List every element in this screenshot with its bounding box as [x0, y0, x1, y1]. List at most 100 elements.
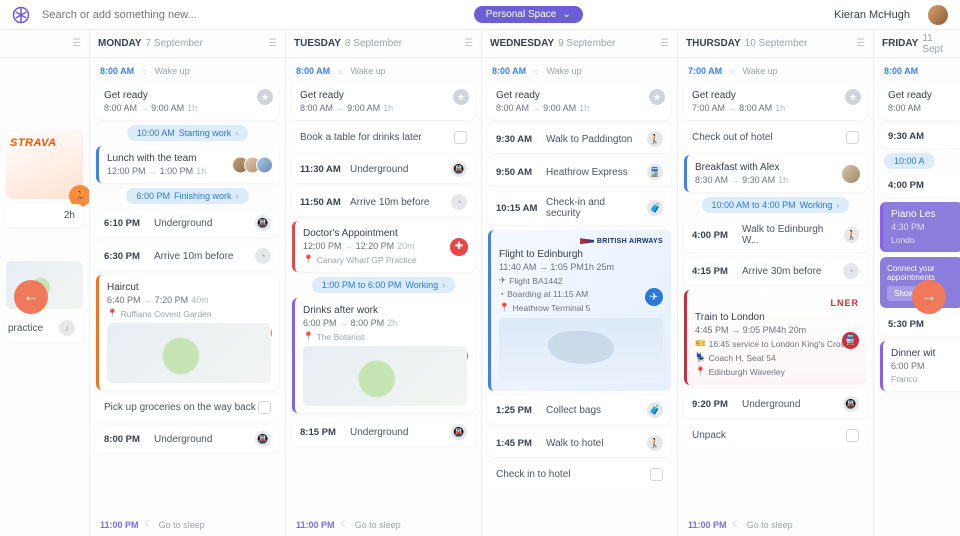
- sleep-row: 11:00 PM☾Go to sleep: [96, 517, 279, 532]
- clock-icon: ◔: [255, 248, 271, 264]
- slot-arrive[interactable]: 11:50 AMArrive 10m before◔: [292, 188, 475, 216]
- train-icon: 🚇: [255, 215, 271, 231]
- column-header[interactable]: MONDAY 7 September ☰: [90, 30, 285, 58]
- slot-underground[interactable]: 8:00 PMUnderground🚇: [96, 425, 279, 453]
- category-icon: ♪: [59, 320, 75, 336]
- slot-row[interactable]: 5:30 PM: [880, 313, 960, 336]
- sunrise-icon: ☼: [532, 66, 540, 76]
- event-card-piano[interactable]: Piano Les 4:30 PM Londo: [880, 202, 960, 252]
- event-card-get-ready[interactable]: Get ready 8:00 AM: [880, 83, 960, 120]
- list-icon[interactable]: ☰: [268, 38, 277, 49]
- work-pill[interactable]: 10:00 A: [884, 153, 935, 169]
- slot-walk[interactable]: 9:30 AMWalk to Paddington🚶: [488, 125, 671, 153]
- seat-icon: 💺: [695, 352, 706, 363]
- strava-card[interactable]: STRAVA 🏃: [6, 129, 83, 199]
- wake-row: 8:00 AM☼Wake up: [292, 64, 475, 78]
- chevron-right-icon: ›: [235, 128, 238, 138]
- pin-icon: 📍: [303, 331, 314, 342]
- todo-item[interactable]: Unpack: [684, 423, 867, 448]
- checkbox[interactable]: [846, 429, 859, 442]
- checkbox[interactable]: [454, 131, 467, 144]
- column-header[interactable]: THURSDAY10 September☰: [678, 30, 873, 58]
- event-card-flight[interactable]: BRITISH AIRWAYS Flight to Edinburgh 11:4…: [488, 230, 671, 391]
- sunrise-icon: ☼: [140, 66, 148, 76]
- walk-icon: 🚶: [647, 435, 663, 451]
- slot-underground[interactable]: 8:15 PMUnderground🚇: [292, 418, 475, 446]
- train-icon: 🚇: [451, 424, 467, 440]
- slot-express[interactable]: 9:50 AMHeathrow Express🚆: [488, 158, 671, 186]
- slot-security[interactable]: 10:15 AMCheck-in and security🧳: [488, 191, 671, 225]
- todo-item[interactable]: Check in to hotel: [488, 462, 671, 487]
- event-card-train[interactable]: LNER Train to London 4:45 PM → 9:05 PM4h…: [684, 290, 867, 385]
- slot-row[interactable]: practice♪: [6, 314, 83, 342]
- slot-walk[interactable]: 4:00 PMWalk to Edinburgh W...🚶: [684, 218, 867, 252]
- checkbox[interactable]: [650, 468, 663, 481]
- column-header: ☰: [0, 30, 89, 58]
- map-thumbnail: [107, 323, 271, 383]
- next-arrow-button[interactable]: →: [912, 280, 946, 314]
- train-icon: 🚆: [842, 332, 859, 349]
- star-icon: ★: [649, 89, 665, 105]
- work-pill[interactable]: 1:00 PM to 6:00 PMWorking›: [312, 277, 455, 293]
- event-card-get-ready[interactable]: ★ Get ready 7:00 AM → 8:00 AM1h: [684, 83, 867, 120]
- work-pill[interactable]: 10:00 AM Starting work ›: [127, 125, 249, 141]
- wake-row: 8:00 AM ☼ Wake up: [96, 64, 279, 78]
- train-icon: 🚆: [647, 164, 663, 180]
- chevron-right-icon: ›: [442, 280, 445, 290]
- list-icon[interactable]: ☰: [856, 38, 865, 49]
- week-board: ← → ☰ STRAVA 🏃 2h practice♪ MONDAY 7 Sep…: [0, 30, 960, 536]
- attendee-avatar: [841, 164, 861, 184]
- user-avatar[interactable]: [928, 5, 948, 25]
- checkbox[interactable]: [846, 131, 859, 144]
- todo-item[interactable]: Book a table for drinks later: [292, 125, 475, 150]
- column-header[interactable]: FRIDAY11 Sept: [874, 30, 960, 58]
- event-card-doctor[interactable]: ✚ Doctor's Appointment 12:00 PM → 12:20 …: [292, 221, 475, 272]
- search-input[interactable]: [42, 9, 342, 21]
- user-name[interactable]: Kieran McHugh: [834, 9, 910, 21]
- prev-arrow-button[interactable]: ←: [14, 280, 48, 314]
- slot-row[interactable]: 9:30 AM: [880, 125, 960, 148]
- slot-arrive[interactable]: 4:15 PMArrive 30m before◔: [684, 257, 867, 285]
- list-icon[interactable]: ☰: [464, 38, 473, 49]
- ticket-icon: 🎫: [695, 338, 706, 349]
- slot-bags[interactable]: 1:25 PMCollect bags🧳: [488, 396, 671, 424]
- space-selector[interactable]: Personal Space ⌄: [474, 6, 583, 23]
- event-card-dinner[interactable]: Dinner wit 6:00 PM Franco: [880, 341, 960, 391]
- work-pill[interactable]: 10:00 AM to 4:00 PMWorking›: [702, 197, 850, 213]
- todo-item[interactable]: Check out of hotel: [684, 125, 867, 150]
- slot-underground[interactable]: 6:10 PMUnderground🚇: [96, 209, 279, 237]
- todo-item[interactable]: Pick up groceries on the way back: [96, 395, 279, 420]
- event-card-drinks[interactable]: 🍸 Drinks after work 6:00 PM → 8:00 PM2h …: [292, 298, 475, 413]
- pin-icon: 📍: [303, 254, 314, 265]
- event-card-get-ready[interactable]: ★ Get ready 8:00 AM → 9:00 AM1h: [292, 83, 475, 120]
- day-column-tuesday: TUESDAY8 September☰ 8:00 AM☼Wake up ★ Ge…: [286, 30, 482, 536]
- plane-icon: ✈: [645, 288, 663, 306]
- checkbox[interactable]: [258, 401, 271, 414]
- event-card-lunch[interactable]: Lunch with the team 12:00 PM → 1:00 PM1h: [96, 146, 279, 183]
- column-header[interactable]: TUESDAY8 September☰: [286, 30, 481, 58]
- work-pill[interactable]: 6:00 PM Finishing work ›: [126, 188, 248, 204]
- star-icon: ★: [257, 89, 273, 105]
- event-card-get-ready[interactable]: ★ Get ready 8:00 AM → 9:00 AM1h: [96, 83, 279, 120]
- slot-walk[interactable]: 1:45 PMWalk to hotel🚶: [488, 429, 671, 457]
- event-card-breakfast[interactable]: Breakfast with Alex 8:30 AM → 9:30 AM1h: [684, 155, 867, 192]
- attendee-avatars: [237, 156, 273, 173]
- wake-row: 7:00 AM☼Wake up: [684, 64, 867, 78]
- slot-row[interactable]: 4:00 PM: [880, 174, 960, 197]
- slot-row[interactable]: 2h: [6, 204, 83, 227]
- column-header[interactable]: WEDNESDAY9 September☰: [482, 30, 677, 58]
- pin-icon: 📍: [695, 366, 706, 377]
- star-icon: ★: [453, 89, 469, 105]
- train-icon: 🚇: [255, 431, 271, 447]
- event-card-get-ready[interactable]: ★ Get ready 8:00 AM → 9:00 AM1h: [488, 83, 671, 120]
- event-card-haircut[interactable]: ✂ Haircut 6:40 PM → 7:20 PM40m 📍Ruffians…: [96, 275, 279, 390]
- walk-icon: 🚶: [647, 131, 663, 147]
- list-icon[interactable]: ☰: [72, 38, 81, 49]
- slot-underground[interactable]: 11:30 AMUnderground🚇: [292, 155, 475, 183]
- clock-icon: ◔: [843, 263, 859, 279]
- chevron-down-icon: ⌄: [562, 9, 570, 20]
- moon-icon: ☾: [341, 519, 349, 530]
- list-icon[interactable]: ☰: [660, 38, 669, 49]
- slot-arrive[interactable]: 6:30 PMArrive 10m before◔: [96, 242, 279, 270]
- slot-underground[interactable]: 9:20 PMUnderground🚇: [684, 390, 867, 418]
